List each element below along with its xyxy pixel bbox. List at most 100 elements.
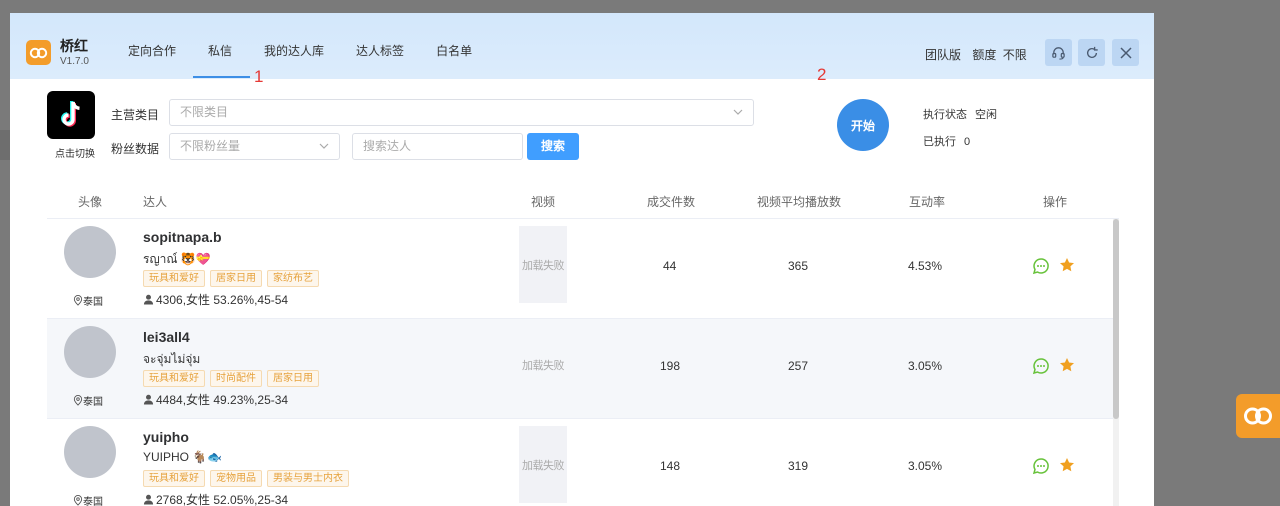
influencer-nickname: จะจุ่มไม่จุ่ม [143, 352, 201, 366]
row-actions [1032, 357, 1075, 375]
location-pin-icon [73, 395, 83, 406]
col-header-influencer: 达人 [143, 195, 168, 209]
category-select[interactable]: 不限类目 [169, 99, 754, 126]
tab-my-influencer-library[interactable]: 我的达人库 [254, 44, 334, 64]
influencer-username[interactable]: lei3all4 [143, 329, 190, 345]
search-input[interactable]: 搜索达人 [352, 133, 523, 160]
category-tag: 玩具和爱好 [143, 370, 205, 387]
annotation-2: 2 [817, 65, 827, 84]
sales-count: 148 [660, 459, 681, 473]
refresh-button[interactable] [1078, 39, 1105, 66]
execution-status: 执行状态 空闲 [923, 106, 997, 122]
influencer-nickname: รญาณ์ 🐯💝 [143, 252, 211, 266]
chat-icon[interactable] [1032, 257, 1050, 275]
category-tag: 玩具和爱好 [143, 270, 205, 287]
user-icon [143, 494, 154, 505]
sales-count: 44 [663, 259, 677, 273]
influencer-nickname: YUIPHO 🐐🐟 [143, 450, 223, 464]
support-button[interactable] [1045, 39, 1072, 66]
influencer-username[interactable]: yuipho [143, 429, 189, 445]
app-version: V1.7.0 [60, 56, 89, 67]
app-logo-icon [1244, 407, 1272, 425]
search-button[interactable]: 搜索 [527, 133, 579, 160]
location-pin-icon [73, 295, 83, 306]
executed-value: 0 [964, 136, 971, 148]
avg-views: 365 [788, 259, 809, 273]
chevron-down-icon [319, 143, 329, 149]
close-icon [1119, 46, 1132, 59]
col-header-engagement: 互动率 [909, 195, 946, 209]
avatar[interactable] [64, 426, 116, 478]
chevron-down-icon [733, 109, 743, 115]
platform-switch-label: 点击切换 [55, 149, 95, 160]
chat-icon[interactable] [1032, 457, 1050, 475]
main-content: 点击切换 主营类目 不限类目 粉丝数据 不限粉丝量 搜索达人 搜索 开始 执行状… [10, 79, 1154, 506]
engagement-rate: 3.05% [908, 459, 943, 473]
avatar[interactable] [64, 226, 116, 278]
tab-private-message[interactable]: 私信 [198, 44, 242, 64]
col-header-avatar: 头像 [78, 195, 103, 209]
chat-icon[interactable] [1032, 357, 1050, 375]
location: 泰国 [73, 493, 103, 506]
close-button[interactable] [1112, 39, 1139, 66]
avg-views: 257 [788, 359, 809, 373]
platform-switch-button[interactable] [47, 91, 95, 139]
col-header-video: 视频 [531, 195, 556, 209]
video-thumbnail[interactable]: 加载失败 [519, 426, 567, 503]
floating-app-button[interactable] [1236, 394, 1280, 438]
category-tag: 时尚配件 [210, 370, 262, 387]
quota-value: 不限 [1002, 48, 1027, 62]
user-icon [143, 294, 154, 305]
scrollbar-thumb[interactable] [1113, 219, 1119, 419]
tab-influencer-tags[interactable]: 达人标签 [346, 44, 414, 64]
fans-label: 粉丝数据 [111, 142, 160, 156]
category-select-value: 不限类目 [180, 105, 229, 119]
video-thumbnail[interactable]: 加载失败 [519, 326, 567, 403]
refresh-icon [1086, 46, 1098, 58]
active-tab-indicator [193, 76, 250, 78]
status-label: 执行状态 [923, 109, 967, 121]
app-name: 桥红 [60, 38, 88, 54]
star-icon[interactable] [1059, 357, 1075, 373]
account-info: 团队版 额度 不限 [925, 46, 1027, 63]
fans-info: 2768,女性 52.05%,25-34 [143, 491, 288, 506]
user-icon [143, 394, 154, 405]
row-actions [1032, 457, 1075, 475]
window-header: 桥红 V1.7.0 定向合作 私信 我的达人库 达人标签 白名单 团队版 额度 … [10, 13, 1154, 79]
location-pin-icon [73, 495, 83, 506]
tab-directed-cooperation[interactable]: 定向合作 [118, 44, 186, 64]
avatar[interactable] [64, 326, 116, 378]
fans-info: 4484,女性 49.23%,25-34 [143, 391, 288, 408]
engagement-rate: 4.53% [908, 259, 943, 273]
video-thumbnail[interactable]: 加载失败 [519, 226, 567, 303]
location: 泰国 [73, 393, 103, 408]
engagement-rate: 3.05% [908, 359, 943, 373]
tab-whitelist[interactable]: 白名单 [426, 44, 482, 64]
category-label: 主营类目 [111, 108, 160, 122]
app-window: 桥红 V1.7.0 定向合作 私信 我的达人库 达人标签 白名单 团队版 额度 … [10, 13, 1154, 506]
executed-count: 已执行 0 [923, 133, 970, 149]
table-row: 泰国 yuipho YUIPHO 🐐🐟 玩具和爱好 宠物用品 男装与男士内衣 2… [47, 419, 1119, 506]
category-tags: 玩具和爱好 时尚配件 居家日用 [143, 370, 324, 387]
background-shade [0, 130, 10, 160]
category-tag: 居家日用 [267, 370, 319, 387]
table-row: 泰国 sopitnapa.b รญาณ์ 🐯💝 玩具和爱好 居家日用 家纺布艺 … [47, 219, 1119, 319]
annotation-1: 1 [254, 67, 264, 86]
col-header-actions: 操作 [1043, 195, 1068, 209]
sales-count: 198 [660, 359, 681, 373]
avg-views: 319 [788, 459, 809, 473]
category-tag: 居家日用 [210, 270, 262, 287]
app-logo-icon [26, 40, 51, 65]
start-button[interactable]: 开始 [837, 99, 889, 151]
star-icon[interactable] [1059, 457, 1075, 473]
table-row: 泰国 lei3all4 จะจุ่มไม่จุ่ม 玩具和爱好 时尚配件 居家日… [47, 319, 1119, 419]
tiktok-icon [61, 101, 80, 127]
col-header-sales: 成交件数 [647, 195, 696, 209]
category-tag: 男装与男士内衣 [267, 470, 349, 487]
quota-label: 额度 [972, 48, 997, 62]
fans-select-value: 不限粉丝量 [180, 139, 241, 153]
star-icon[interactable] [1059, 257, 1075, 273]
category-tag: 家纺布艺 [267, 270, 319, 287]
fans-select[interactable]: 不限粉丝量 [169, 133, 340, 160]
influencer-username[interactable]: sopitnapa.b [143, 229, 222, 245]
